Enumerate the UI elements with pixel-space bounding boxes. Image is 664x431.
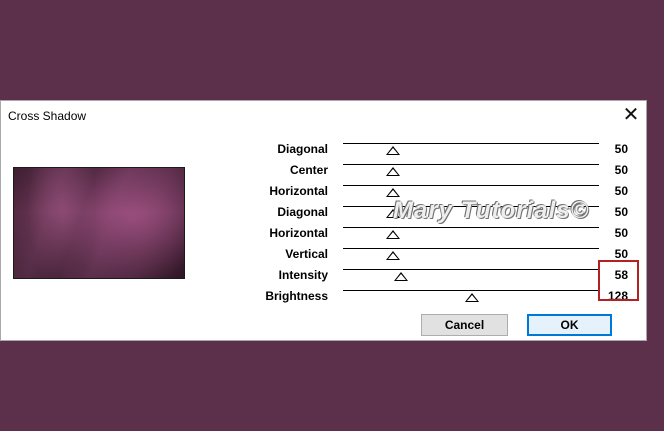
- cancel-button[interactable]: Cancel: [421, 314, 508, 336]
- slider-row-vertical: Vertical 50: [231, 242, 641, 263]
- slider-row-diagonal-1: Diagonal 50: [231, 137, 641, 158]
- slider-row-horizontal-2: Horizontal 50: [231, 221, 641, 242]
- slider-value: 50: [614, 247, 628, 261]
- slider-value: 50: [614, 184, 628, 198]
- close-icon[interactable]: ✕: [617, 103, 645, 127]
- dialog-title: Cross Shadow: [8, 109, 87, 123]
- slider-label: Diagonal: [277, 142, 328, 156]
- slider-track[interactable]: [343, 269, 599, 270]
- slider-value: 50: [614, 205, 628, 219]
- slider-label: Center: [289, 163, 328, 177]
- slider-label: Intensity: [278, 268, 328, 282]
- slider-thumb-icon[interactable]: [464, 293, 479, 302]
- slider-thumb-icon[interactable]: [386, 167, 401, 176]
- slider-value: 50: [614, 163, 628, 177]
- slider-track[interactable]: [343, 164, 599, 165]
- slider-row-diagonal-2: Diagonal 50: [231, 200, 641, 221]
- slider-thumb-icon[interactable]: [386, 230, 401, 239]
- slider-thumb-icon[interactable]: [386, 146, 401, 155]
- slider-track[interactable]: [343, 227, 599, 228]
- slider-value: 50: [614, 226, 628, 240]
- slider-label: Diagonal: [277, 205, 328, 219]
- slider-row-brightness: Brightness 128: [231, 284, 641, 305]
- slider-label: Vertical: [285, 247, 328, 261]
- slider-thumb-icon[interactable]: [386, 209, 401, 218]
- slider-thumb-icon[interactable]: [386, 251, 401, 260]
- slider-label: Horizontal: [269, 184, 328, 198]
- slider-row-intensity: Intensity 58: [231, 263, 641, 284]
- slider-row-horizontal-1: Horizontal 50: [231, 179, 641, 200]
- slider-thumb-icon[interactable]: [394, 272, 409, 281]
- slider-row-center: Center 50: [231, 158, 641, 179]
- slider-track[interactable]: [343, 185, 599, 186]
- preview-image: [13, 167, 185, 279]
- slider-track[interactable]: [343, 290, 599, 291]
- slider-value: 50: [614, 142, 628, 156]
- slider-track[interactable]: [343, 143, 599, 144]
- slider-label: Horizontal: [269, 226, 328, 240]
- slider-track[interactable]: [343, 248, 599, 249]
- ok-button[interactable]: OK: [527, 314, 612, 336]
- cross-shadow-dialog: Cross Shadow ✕ Diagonal 50 Center 50 Hor…: [0, 100, 647, 341]
- slider-thumb-icon[interactable]: [386, 188, 401, 197]
- slider-track[interactable]: [343, 206, 599, 207]
- value-highlight-box: [598, 260, 639, 301]
- slider-label: Brightness: [265, 289, 328, 303]
